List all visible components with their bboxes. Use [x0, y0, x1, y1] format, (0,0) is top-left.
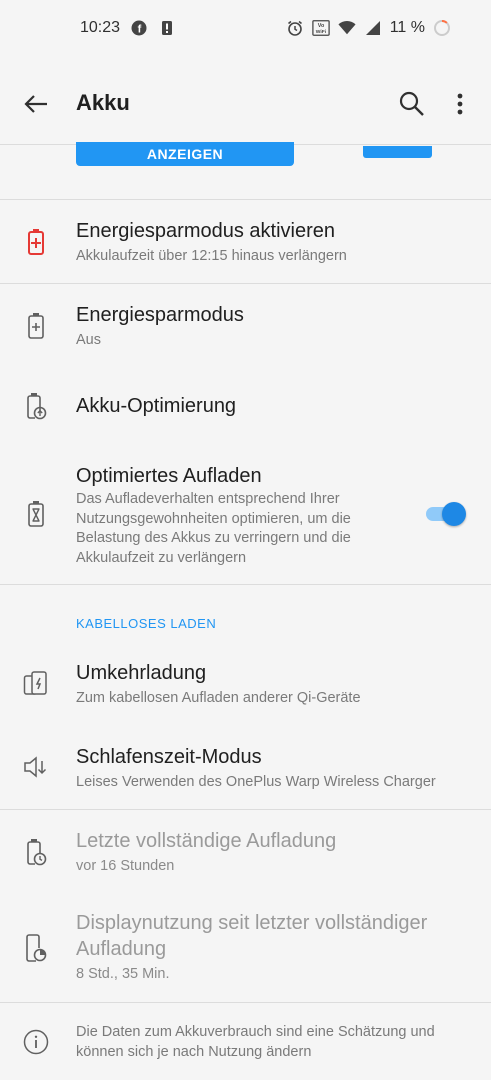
item-subtitle: vor 16 Stunden — [76, 858, 175, 874]
battery-optimize-icon — [22, 390, 50, 422]
stat-display-usage: Displaynutzung seit letzter vollständige… — [0, 894, 491, 1002]
battery-clock-icon — [22, 836, 50, 868]
stat-last-full-charge: Letzte vollständige Aufladung vor 16 Stu… — [0, 810, 491, 894]
svg-text:WiFi: WiFi — [316, 29, 327, 35]
list-item-bedtime-mode[interactable]: Schlafenszeit-Modus Leises Verwenden des… — [0, 726, 491, 809]
battery-plus-icon — [22, 310, 50, 342]
item-subtitle: Zum kabellosen Aufladen anderer Qi-Gerät… — [76, 690, 361, 706]
back-button[interactable] — [20, 88, 52, 120]
facebook-icon: f — [130, 19, 148, 37]
app-bar: Akku — [0, 64, 491, 144]
item-title: Umkehrladung — [76, 662, 207, 684]
alarm-icon — [286, 19, 304, 37]
item-subtitle: Leises Verwenden des OnePlus Warp Wirele… — [76, 774, 436, 790]
battery-percent: 11 % — [389, 19, 425, 36]
item-title: Akku-Optimierung — [76, 395, 237, 417]
battery-ring-icon — [433, 19, 451, 37]
toggle-thumb — [442, 502, 466, 526]
vowifi-icon: Vo WiFi — [311, 19, 330, 37]
list-item-power-saving[interactable]: Energiesparmodus Aus — [0, 284, 491, 368]
optimized-charging-toggle[interactable] — [424, 502, 466, 526]
status-bar: 10:23 f Vo WiFi 11 % — [0, 0, 491, 56]
reverse-charging-icon — [22, 668, 50, 700]
svg-text:f: f — [138, 24, 142, 36]
arrow-left-icon — [24, 95, 47, 113]
item-title-line1: Displaynutzung seit letzter vollständige… — [76, 912, 428, 934]
divider — [0, 1002, 491, 1003]
search-icon — [399, 91, 424, 116]
battery-hourglass-icon — [22, 498, 50, 530]
item-subtitle: Das Aufladeverhalten entsprechend Ihrer … — [76, 491, 351, 566]
phone-usage-icon — [22, 932, 50, 964]
info-icon — [22, 1026, 50, 1058]
item-title-line2: Aufladung — [76, 938, 167, 960]
item-subtitle: 8 Std., 35 Min. — [76, 966, 170, 982]
item-title: Energiesparmodus aktivieren — [76, 220, 336, 242]
list-item-battery-optimization[interactable]: Akku-Optimierung — [0, 368, 491, 444]
section-header-wireless: KABELLOSES LADEN — [76, 616, 217, 631]
item-title: Optimiertes Aufladen — [76, 465, 262, 487]
item-title: Schlafenszeit-Modus — [76, 746, 262, 768]
more-vert-icon — [457, 93, 463, 115]
battery-plus-red-icon — [22, 226, 50, 258]
divider — [0, 584, 491, 585]
alert-icon — [158, 19, 176, 37]
item-title: Energiesparmodus — [76, 304, 244, 326]
item-subtitle: Akkulaufzeit über 12:15 hinaus verlänger… — [76, 248, 347, 264]
item-subtitle: Aus — [76, 332, 101, 348]
footer-note: Die Daten zum Akkuverbrauch sind eine Sc… — [76, 1024, 435, 1060]
search-button[interactable] — [396, 88, 428, 120]
wifi-icon — [338, 19, 356, 37]
secondary-banner-button[interactable] — [363, 146, 432, 158]
speaker-down-icon — [22, 751, 50, 783]
more-options-button[interactable] — [446, 88, 474, 120]
svg-text:Vo: Vo — [317, 23, 324, 29]
item-title: Letzte vollständige Aufladung — [76, 830, 337, 852]
list-item-enable-power-saving[interactable]: Energiesparmodus aktivieren Akkulaufzeit… — [0, 200, 491, 283]
page-title: Akku — [76, 90, 130, 115]
signal-icon — [364, 19, 382, 37]
status-time: 10:23 — [80, 19, 121, 36]
show-button[interactable]: ANZEIGEN — [76, 142, 294, 166]
list-item-optimized-charging[interactable]: Optimiertes Aufladen Das Aufladeverhalte… — [0, 444, 491, 584]
list-item-reverse-charging[interactable]: Umkehrladung Zum kabellosen Aufladen and… — [0, 642, 491, 726]
